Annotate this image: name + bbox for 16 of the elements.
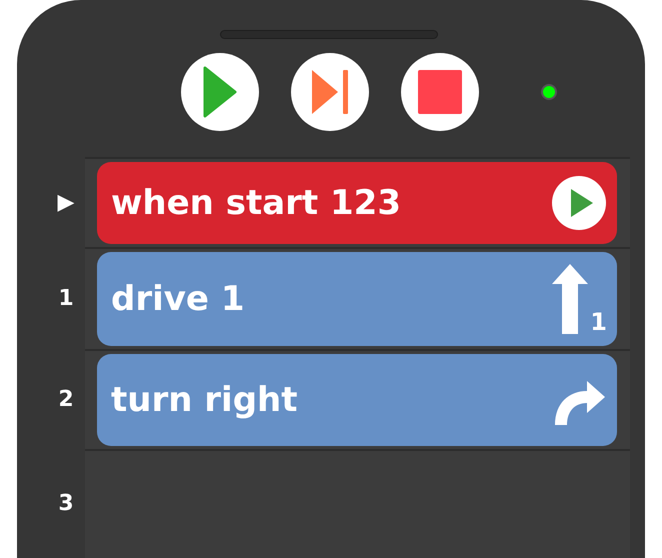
line-number: ▶ xyxy=(56,188,74,216)
stop-icon xyxy=(418,70,462,114)
up-arrow-icon xyxy=(552,264,588,334)
play-icon xyxy=(551,175,607,231)
trigger-block[interactable]: when start 123 xyxy=(97,162,617,244)
block-label: when start 123 xyxy=(111,186,401,220)
action-block[interactable]: drive 1 1 xyxy=(97,252,617,346)
distance-label: 1 xyxy=(590,310,607,334)
line-number: 3 xyxy=(57,490,74,518)
step-forward-icon xyxy=(310,68,350,116)
block-label: turn right xyxy=(111,383,298,417)
action-block[interactable]: turn right xyxy=(97,354,617,446)
line-number: 2 xyxy=(57,386,74,414)
line-number: 1 xyxy=(57,284,74,312)
block-label: drive 1 xyxy=(111,282,244,316)
play-icon xyxy=(203,66,237,118)
